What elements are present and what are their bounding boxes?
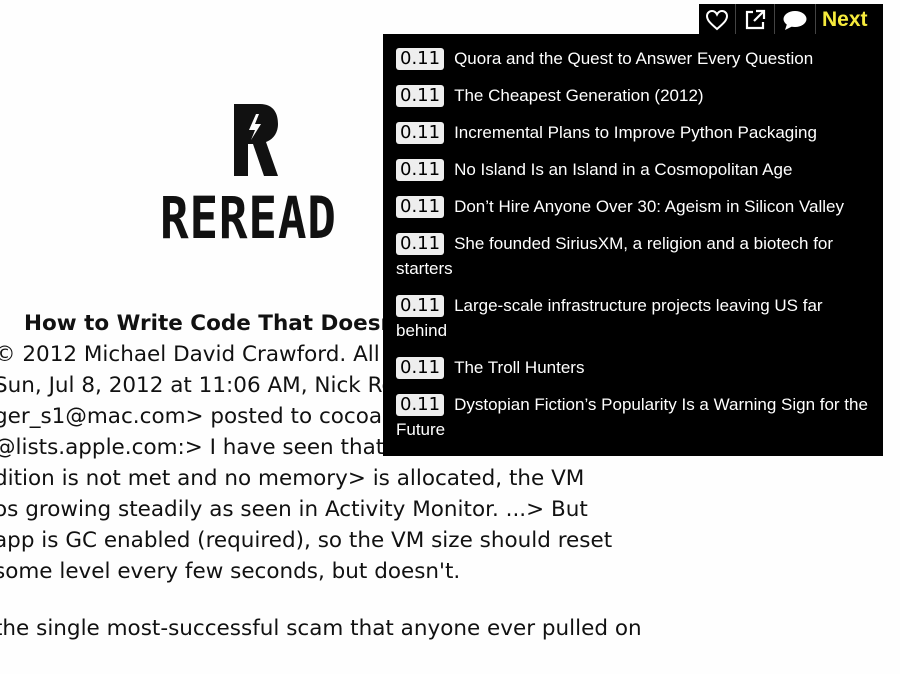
like-button[interactable] (699, 4, 736, 36)
logo-wordmark: REREAD (160, 184, 337, 252)
reread-logo: REREAD (160, 100, 370, 250)
recommendation-item[interactable]: 0.11 No Island Is an Island in a Cosmopol… (396, 157, 871, 182)
score-badge: 0.11 (396, 85, 445, 107)
article-line: some level every few seconds, but doesn'… (0, 559, 461, 584)
score-badge: 0.11 (396, 48, 445, 70)
recommendations-dropdown: 0.11 Quora and the Quest to Answer Every … (383, 34, 883, 456)
recommendation-title[interactable]: The Cheapest Generation (2012) (454, 86, 704, 105)
recommendation-title[interactable]: Don’t Hire Anyone Over 30: Ageism in Sil… (454, 197, 844, 216)
recommendation-title[interactable]: She founded SiriusXM, a religion and a b… (396, 234, 833, 278)
score-badge: 0.11 (396, 295, 445, 317)
recommendation-item[interactable]: 0.11 Quora and the Quest to Answer Every … (396, 46, 871, 71)
score-badge: 0.11 (396, 159, 445, 181)
recommendation-title[interactable]: Large-scale infrastructure projects leav… (396, 296, 823, 340)
score-badge: 0.11 (396, 196, 445, 218)
next-button[interactable]: Next (816, 8, 883, 32)
open-original-button[interactable] (736, 4, 775, 36)
recommendation-title[interactable]: Dystopian Fiction’s Popularity Is a Warn… (396, 395, 868, 439)
recommendation-item[interactable]: 0.11 Incremental Plans to Improve Python … (396, 120, 871, 145)
recommendation-item[interactable]: 0.11 Don’t Hire Anyone Over 30: Ageism in… (396, 194, 871, 219)
recommendation-title[interactable]: Incremental Plans to Improve Python Pack… (454, 123, 817, 142)
article-line: the single most-successful scam that any… (0, 616, 642, 641)
article-line: app is GC enabled (required), so the VM … (0, 528, 613, 553)
reader-toolbar: Next (699, 4, 883, 36)
heart-icon (705, 9, 729, 31)
article-line: os growing steadily as seen in Activity … (0, 497, 588, 522)
score-badge: 0.11 (396, 394, 445, 416)
recommendation-item[interactable]: 0.11 Large-scale infrastructure projects … (396, 293, 871, 343)
recommendation-item[interactable]: 0.11 The Cheapest Generation (2012) (396, 83, 871, 108)
recommendation-title[interactable]: Quora and the Quest to Answer Every Ques… (454, 49, 813, 68)
speech-bubble-icon (783, 11, 807, 30)
recommendation-item[interactable]: 0.11 She founded SiriusXM, a religion and… (396, 231, 871, 281)
score-badge: 0.11 (396, 233, 445, 255)
recommendation-title[interactable]: The Troll Hunters (454, 358, 584, 377)
score-badge: 0.11 (396, 357, 445, 379)
reread-r-logo-icon (234, 104, 278, 176)
comment-button[interactable] (775, 4, 816, 36)
external-link-icon (745, 9, 766, 30)
article-line: dition is not met and no memory> is allo… (0, 466, 585, 491)
recommendation-title[interactable]: No Island Is an Island in a Cosmopolitan… (454, 160, 792, 179)
score-badge: 0.11 (396, 122, 445, 144)
recommendation-item[interactable]: 0.11 Dystopian Fiction’s Popularity Is a … (396, 392, 871, 442)
recommendation-item[interactable]: 0.11 The Troll Hunters (396, 355, 871, 380)
